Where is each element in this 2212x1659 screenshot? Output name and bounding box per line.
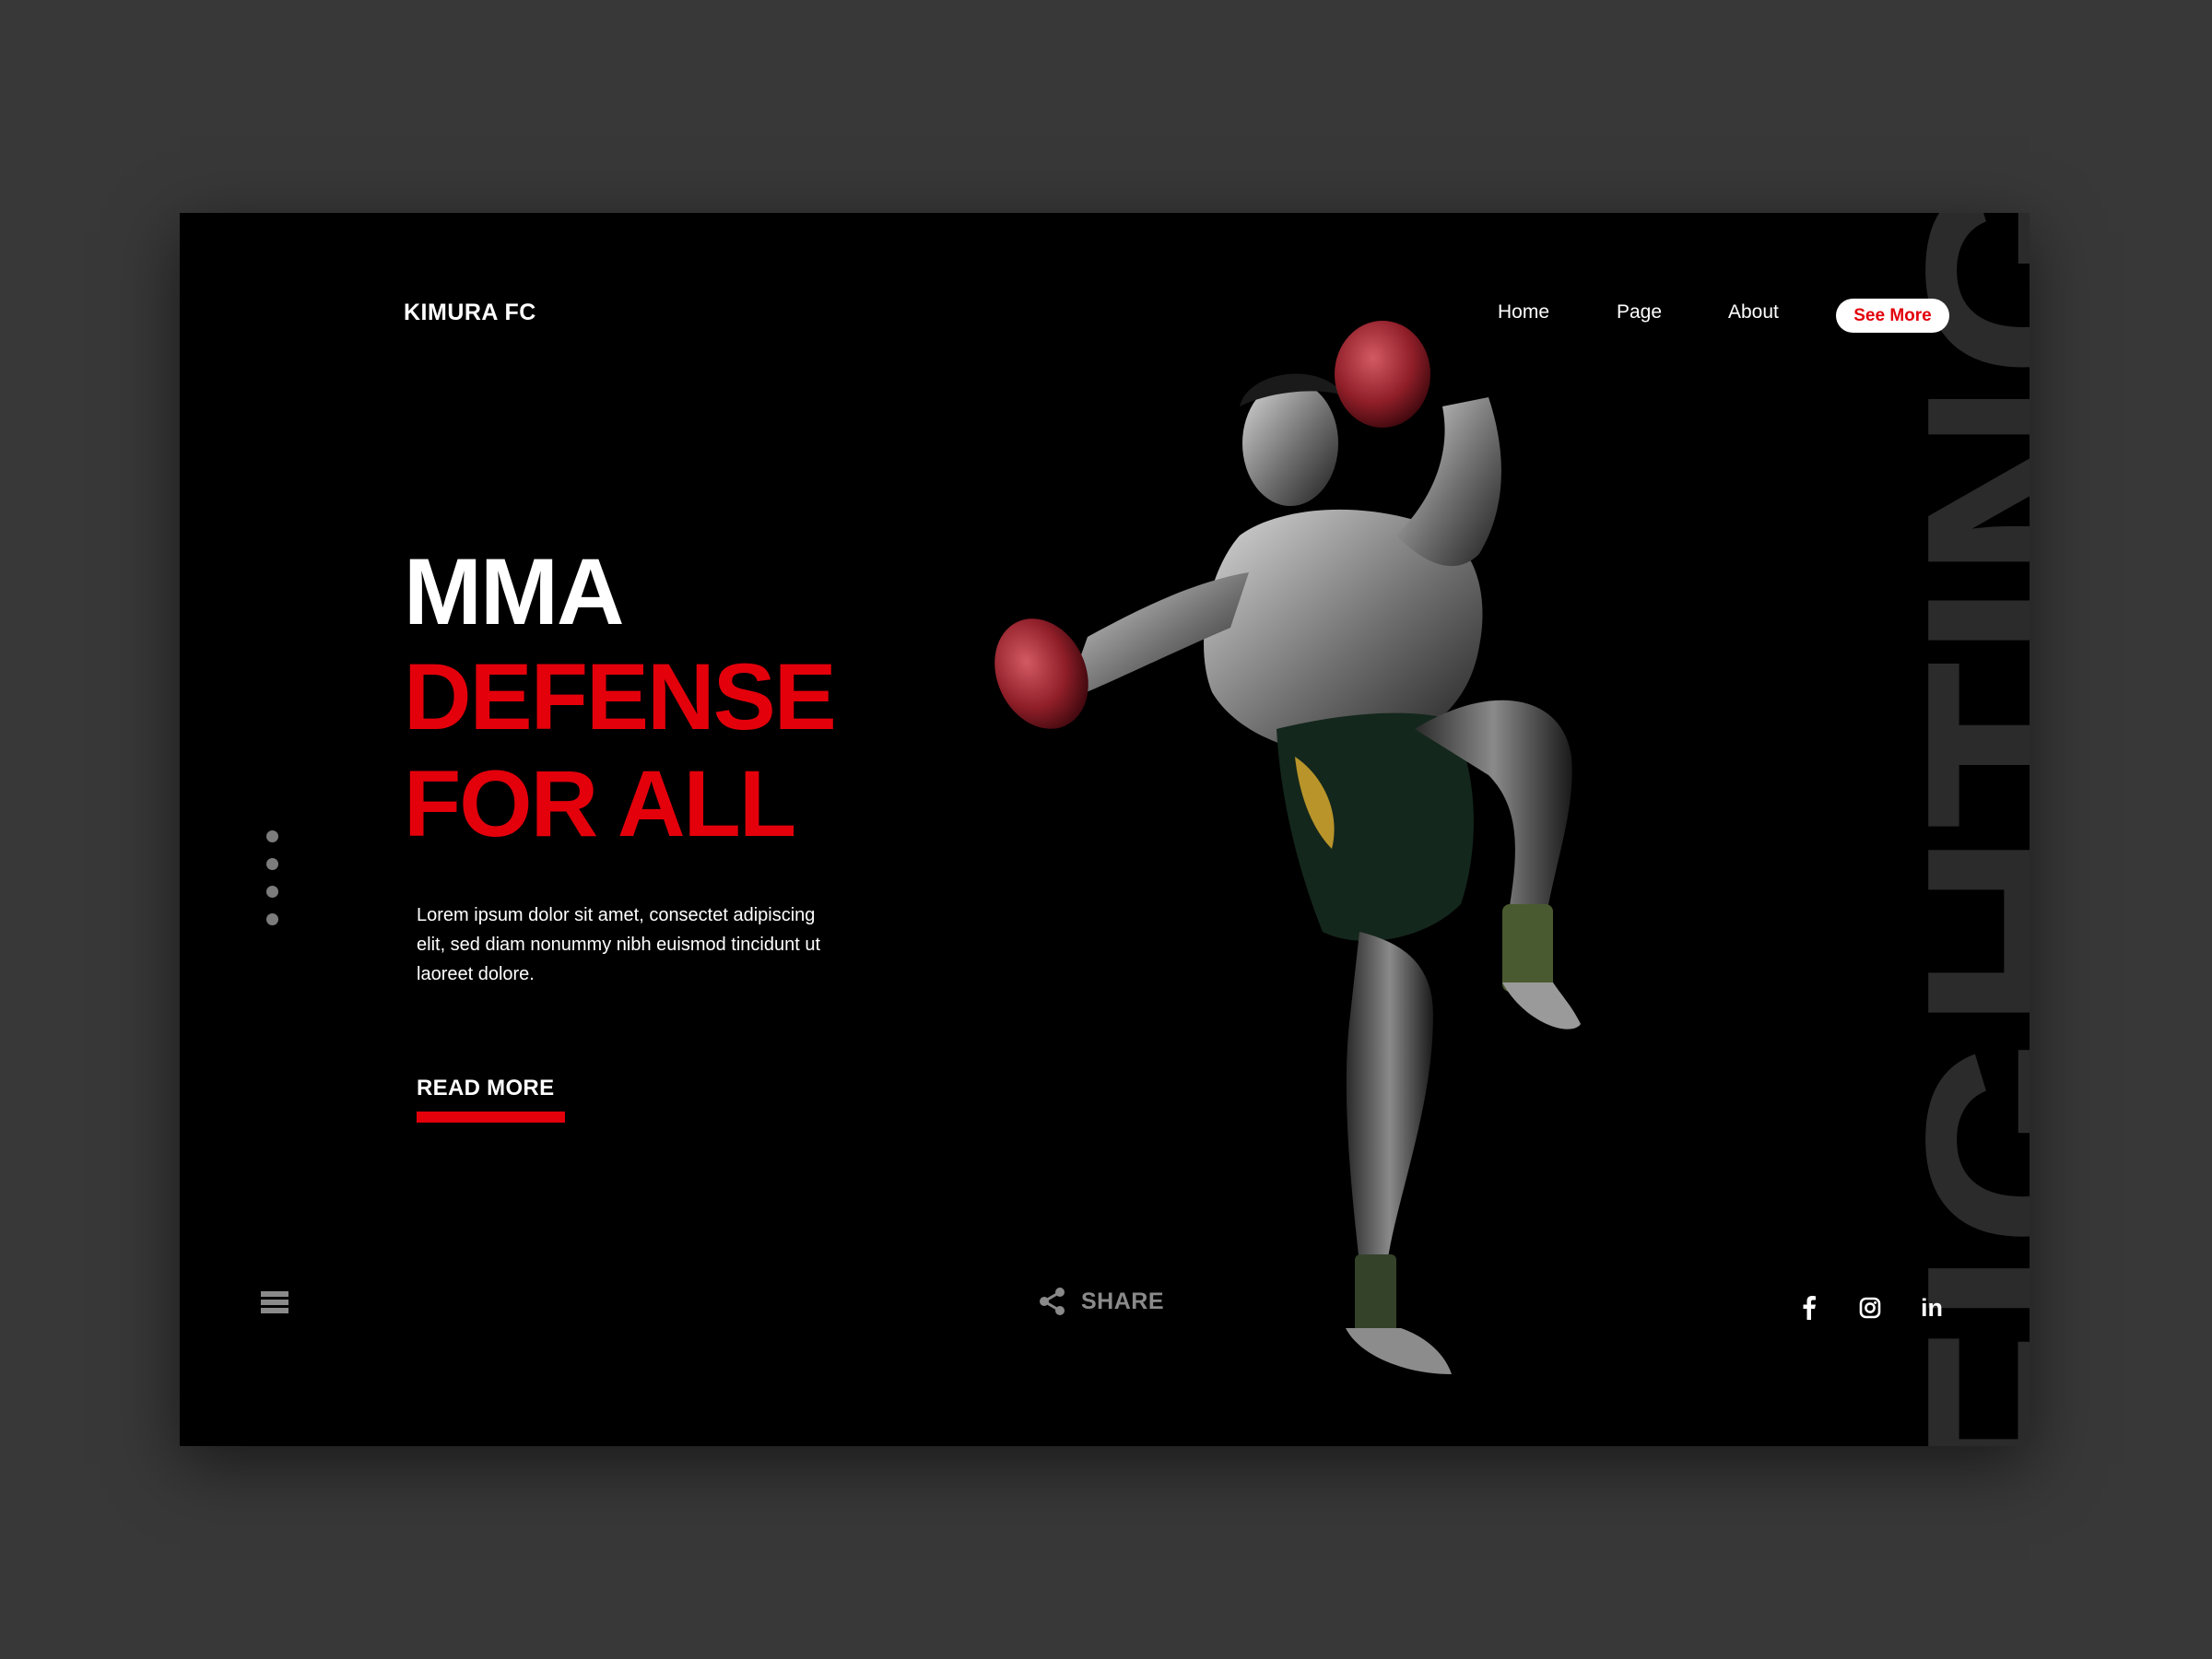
slide-dot[interactable] [266,886,278,898]
hero-title-line2: DEFENSE [404,644,837,749]
brand-logo[interactable]: KIMURA FC [404,300,536,326]
see-more-button[interactable]: See More [1836,299,1949,333]
linkedin-icon[interactable]: in [1918,1294,1946,1322]
slide-pagination [266,830,278,941]
nav-page[interactable]: Page [1617,301,1662,324]
hero-description: Lorem ipsum dolor sit amet, consectet ad… [417,905,821,984]
nav-home[interactable]: Home [1498,301,1549,324]
hero-frame: FIGHTING KIMURA FC Home Page About See M… [180,213,2030,1446]
read-more-link[interactable]: READ MORE [417,1076,554,1101]
instagram-icon[interactable] [1856,1294,1884,1322]
share-icon [1040,1288,1065,1315]
hero-title-line1: MMA [404,539,625,644]
slide-dot[interactable] [266,830,278,842]
fighter-image [994,321,1581,1374]
share-button[interactable]: SHARE [1039,1287,1164,1316]
read-more-underline [417,1112,565,1123]
facebook-icon[interactable] [1795,1294,1823,1322]
slide-dot[interactable] [266,913,278,925]
background-word: FIGHTING [1868,213,2030,1446]
slide-dot[interactable] [266,858,278,870]
menu-icon[interactable] [261,1291,288,1317]
hero-title-line3: FOR ALL [404,751,796,856]
nav-about[interactable]: About [1728,301,1779,324]
share-label: SHARE [1081,1288,1165,1314]
